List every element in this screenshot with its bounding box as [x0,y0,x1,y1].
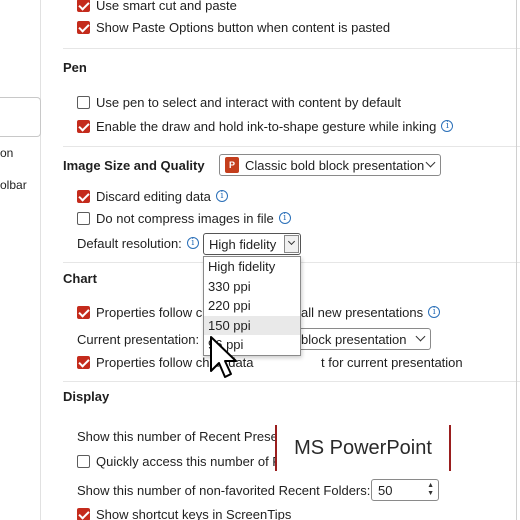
use-pen-label: Use pen to select and interact with cont… [96,94,401,110]
default-resolution-row: Default resolution: i [77,234,199,252]
current-presentation-dropdown[interactable]: block presentation [295,328,431,350]
scrollbar[interactable] [514,0,520,520]
recent-folders-label: Show this number of non-favorited Recent… [77,482,371,498]
use-pen-row[interactable]: Use pen to select and interact with cont… [77,93,401,111]
no-compress-checkbox[interactable] [77,211,90,225]
recent-folders-stepper[interactable]: 50 ▲ ▼ [371,479,439,501]
props-current-checkbox[interactable] [77,355,90,369]
info-icon[interactable]: i [186,237,199,249]
current-presentation-value: block presentation [301,331,407,347]
props-current-row-end: t for current presentation [321,353,463,371]
smart-cut-row[interactable]: Use smart cut and paste [77,0,237,14]
props-all-label-start: Properties follow ch [96,304,210,320]
chevron-down-icon [415,331,426,342]
sidebar-item-partial-1[interactable]: on [0,146,13,160]
info-icon[interactable]: i [441,120,454,132]
sidebar-selected-item[interactable] [0,97,41,137]
default-resolution-value: High fidelity [209,236,277,252]
show-paste-checkbox[interactable] [77,20,90,34]
discard-label: Discard editing data [96,188,211,204]
watermark-text: MS PowerPoint [294,436,432,459]
chevron-down-icon [425,157,436,168]
smart-cut-checkbox[interactable] [77,0,90,12]
image-size-section-header: Image Size and Quality [63,158,205,173]
show-paste-row[interactable]: Show Paste Options button when content i… [77,18,390,36]
ink-shape-label: Enable the draw and hold ink-to-shape ge… [96,118,437,134]
props-all-checkbox[interactable] [77,305,90,319]
props-current-label-end: t for current presentation [321,354,463,370]
powerpoint-icon: P [225,157,239,173]
display-section-header: Display [63,389,110,404]
use-pen-checkbox[interactable] [77,95,90,109]
recent-folders-value: 50 [378,482,393,498]
info-icon[interactable]: i [215,190,228,202]
resolution-option-hovered[interactable]: 150 ppi [204,315,300,336]
image-size-presentation-value: Classic bold block presentation [245,157,425,173]
default-resolution-label: Default resolution: [77,235,182,251]
resolution-option[interactable]: High fidelity [204,257,300,277]
divider [63,146,520,147]
shortcut-keys-label: Show shortcut keys in ScreenTips [96,506,292,520]
discard-checkbox[interactable] [77,189,90,203]
default-resolution-dropdown[interactable]: High fidelity [203,233,301,255]
props-all-row-end: all new presentations i [301,303,441,321]
discard-row[interactable]: Discard editing data i [77,187,228,205]
quick-access-checkbox[interactable] [77,454,90,468]
options-sidebar: on olbar [0,0,41,520]
divider [63,381,520,382]
image-size-presentation-dropdown[interactable]: P Classic bold block presentation [219,154,441,176]
pen-section-header: Pen [63,60,87,75]
info-icon[interactable]: i [278,212,291,224]
ink-shape-checkbox[interactable] [77,119,90,133]
props-all-row[interactable]: Properties follow ch [77,303,209,321]
sidebar-item-partial-2[interactable]: olbar [0,178,27,192]
shortcut-keys-checkbox[interactable] [77,507,90,520]
info-icon[interactable]: i [428,306,441,318]
divider [63,48,520,49]
current-presentation-label: Current presentation: [77,331,200,347]
ink-shape-row[interactable]: Enable the draw and hold ink-to-shape ge… [77,117,454,135]
show-paste-label: Show Paste Options button when content i… [96,19,391,35]
watermark-caption: MS PowerPoint [275,425,451,471]
smart-cut-label: Use smart cut and paste [96,0,237,13]
spin-arrows-icon[interactable]: ▲ ▼ [427,482,434,498]
arrow-cursor-icon [210,336,237,378]
props-all-label-end: all new presentations [301,304,424,320]
resolution-option[interactable]: 330 ppi [204,277,300,297]
resolution-option[interactable]: 220 ppi [204,296,300,316]
current-presentation-row: Current presentation: [77,330,199,348]
no-compress-row[interactable]: Do not compress images in file i [77,209,291,227]
recent-folders-row: Show this number of non-favorited Recent… [77,481,370,499]
no-compress-label: Do not compress images in file [96,210,274,226]
shortcut-keys-row[interactable]: Show shortcut keys in ScreenTips [77,505,291,520]
chart-section-header: Chart [63,271,97,286]
